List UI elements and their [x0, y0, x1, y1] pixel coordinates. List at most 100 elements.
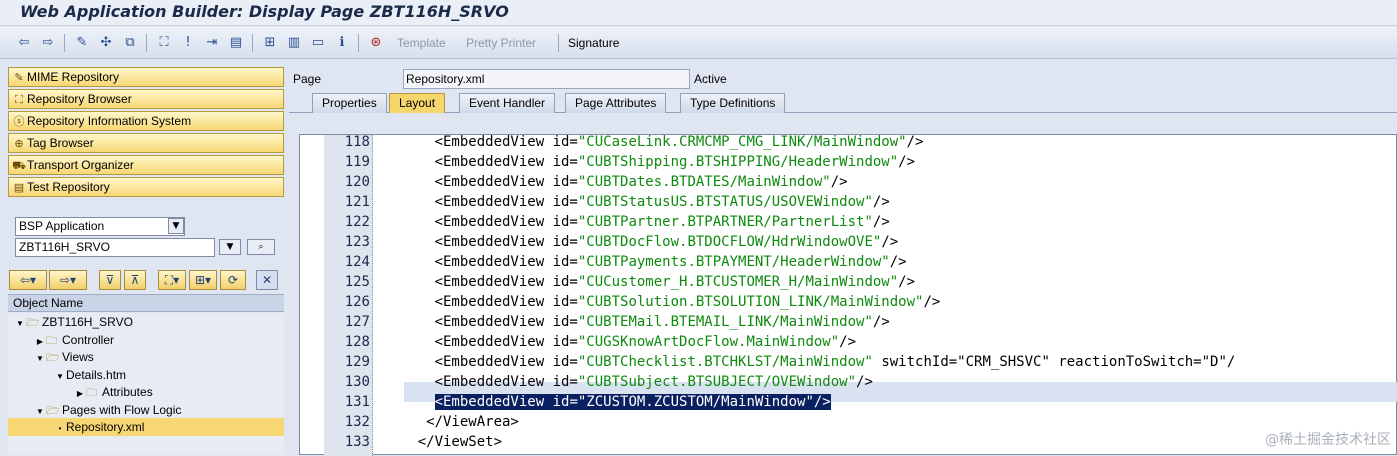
- expanded-arrow-icon[interactable]: ▼: [34, 350, 46, 368]
- code-tag-end: />: [856, 374, 873, 390]
- pretty-printer-button[interactable]: Pretty Printer: [466, 36, 536, 50]
- nav-button-test-repository[interactable]: ▤ Test Repository: [8, 177, 284, 197]
- activate-icon[interactable]: ✣: [98, 35, 114, 51]
- code-line: 120 <EmbeddedView id="CUBTDates.BTDATES/…: [300, 172, 1397, 192]
- page-name-value: Repository.xml: [406, 72, 485, 86]
- code-line: 121 <EmbeddedView id="CUBTStatusUS.BTSTA…: [300, 192, 1397, 212]
- expanded-arrow-icon[interactable]: ▼: [54, 368, 66, 386]
- code-line: 130 <EmbeddedView id="CUBTSubject.BTSUBJ…: [300, 372, 1397, 392]
- code-tag: </ViewSet>: [384, 434, 503, 450]
- display-glasses-icon[interactable]: ⌕: [247, 239, 275, 255]
- object-name-input[interactable]: ZBT116H_SRVO: [15, 238, 215, 257]
- application-toolbar: Template Pretty Printer Signature ⇦ ⇨ ✎ ✣ ⧉ ⛶…: [0, 27, 1397, 59]
- nav-button-label: MIME Repository: [27, 70, 120, 84]
- template-button[interactable]: Template: [397, 36, 446, 50]
- nav-button-repository-information-system[interactable]: ⓢ Repository Information System: [8, 111, 284, 131]
- back-nav-button[interactable]: ⇦▾: [9, 270, 47, 290]
- code-line: 122 <EmbeddedView id="CUBTPartner.BTPART…: [300, 212, 1397, 232]
- line-number: 133: [344, 434, 370, 450]
- code-tag-end: />: [898, 154, 916, 170]
- close-icon: ✕: [261, 273, 273, 287]
- line-number: 128: [344, 334, 370, 350]
- tab-layout[interactable]: Layout: [389, 93, 446, 113]
- code-tag-end: />: [889, 254, 907, 270]
- refresh-button[interactable]: ⟳: [220, 270, 246, 290]
- collapse-button[interactable]: ⊽: [99, 270, 121, 290]
- back-arrow-icon[interactable]: ⇦: [16, 35, 32, 51]
- object-list-icon[interactable]: ⊞: [262, 35, 278, 51]
- forward-nav-button[interactable]: ⇨▾: [49, 270, 87, 290]
- tree-node[interactable]: ▼ Details.htm: [54, 366, 126, 384]
- nav-button-label: Repository Browser: [27, 92, 132, 106]
- tree-node[interactable]: ▶ 🗀 Attributes: [74, 383, 153, 401]
- object-type-select[interactable]: BSP Application: [15, 217, 185, 236]
- nav-button-repository-browser[interactable]: ⛶ Repository Browser: [8, 89, 284, 109]
- line-number: 131: [344, 394, 370, 410]
- nav-button-tag-browser[interactable]: ⊕ Tag Browser: [8, 133, 284, 153]
- tab-event-handler[interactable]: Event Handler: [459, 93, 556, 113]
- test-icon[interactable]: ⊛: [368, 35, 384, 51]
- watermark: @稀土掘金技术社区: [1265, 432, 1391, 448]
- code-text: <EmbeddedView id="CUCaseLink.CRMCMP_CMG_…: [384, 132, 924, 152]
- line-number: 121: [344, 194, 370, 210]
- line-number: 130: [344, 374, 370, 390]
- display-object-list-icon[interactable]: ▤: [228, 35, 244, 51]
- tree-node[interactable]: ▶ 🗀 Controller: [34, 331, 114, 349]
- code-text: <EmbeddedView id="CUBTDocFlow.BTDOCFLOW/…: [384, 232, 899, 252]
- nav-button-mime-repository[interactable]: ✎ MIME Repository: [8, 67, 284, 87]
- open-folder-icon: 🗁: [46, 404, 60, 417]
- code-editor[interactable]: 118 <EmbeddedView id="CUCaseLink.CRMCMP_…: [299, 132, 1397, 456]
- tab-properties[interactable]: Properties: [312, 93, 387, 113]
- display-change-icon[interactable]: ✎: [74, 35, 90, 51]
- nav-button-transport-organizer[interactable]: ⛟Transport Organizer: [8, 155, 284, 175]
- layout-icon[interactable]: ▭: [310, 35, 326, 51]
- line-number: 120: [344, 174, 370, 190]
- repository-browser-icon: ⛶: [15, 94, 23, 106]
- code-line: 126 <EmbeddedView id="CUBTSolution.BTSOL…: [300, 292, 1397, 312]
- expand-button[interactable]: ⊼: [124, 270, 146, 290]
- toolbar-separator: [64, 34, 65, 52]
- object-name-value: ZBT116H_SRVO: [19, 240, 110, 254]
- page-name-field: Repository.xml: [403, 69, 690, 89]
- object-list-button[interactable]: ⊞▾: [189, 270, 217, 290]
- test-repository-icon: ▤: [13, 182, 25, 194]
- expanded-arrow-icon[interactable]: ▼: [14, 315, 26, 333]
- tree-node[interactable]: • Repository.xml: [8, 418, 284, 436]
- hierarchy-icon: ⛶▾: [164, 273, 180, 287]
- where-used-icon[interactable]: ǃ: [180, 35, 196, 51]
- toolbar-separator: [358, 34, 359, 52]
- tree-node-label: ZBT116H_SRVO: [42, 315, 133, 329]
- code-string: "CUBTDates.BTDATES/MainWindow": [577, 174, 831, 190]
- chevron-down-icon[interactable]: ▼: [219, 239, 241, 255]
- other-object-icon[interactable]: ⧉: [122, 35, 138, 51]
- hierarchy-icon[interactable]: ⛶: [156, 35, 172, 51]
- pattern-icon[interactable]: ▥: [286, 35, 302, 51]
- code-text: <EmbeddedView id="CUGSKnowArtDocFlow.Mai…: [384, 332, 856, 352]
- nav-button-label: Test Repository: [27, 180, 110, 194]
- navigation-icon[interactable]: ⇥: [204, 35, 220, 51]
- signature-button[interactable]: Signature: [568, 36, 619, 50]
- close-button[interactable]: ✕: [256, 270, 278, 290]
- code-tag: <EmbeddedView id=: [384, 194, 578, 210]
- code-text: <EmbeddedView id="CUBTSolution.BTSOLUTIO…: [384, 292, 941, 312]
- tree-node[interactable]: ▼ 🗁 ZBT116H_SRVO: [14, 313, 133, 331]
- toolbar-separator: [558, 34, 559, 52]
- tree-node[interactable]: ▼ 🗁 Views: [34, 348, 94, 366]
- code-text: <EmbeddedView id="ZCUSTOM.ZCUSTOM/MainWi…: [384, 392, 831, 412]
- hierarchy-button[interactable]: ⛶▾: [158, 270, 186, 290]
- code-string: "CUBTPartner.BTPARTNER/PartnerList": [577, 214, 873, 230]
- code-text: <EmbeddedView id="CUBTChecklist.BTCHKLST…: [384, 352, 1236, 372]
- tree-node-label: Pages with Flow Logic: [62, 402, 182, 417]
- tree-node[interactable]: ▼ 🗁 Pages with Flow Logic: [34, 401, 181, 419]
- code-tag-end: />: [881, 234, 899, 250]
- tab-type-definitions[interactable]: Type Definitions: [680, 93, 786, 113]
- forward-arrow-icon[interactable]: ⇨: [40, 35, 56, 51]
- tab-page-attributes[interactable]: Page Attributes: [565, 93, 667, 113]
- info-icon[interactable]: ℹ: [334, 35, 350, 51]
- code-tag: <EmbeddedView id=: [384, 274, 578, 290]
- code-text: <EmbeddedView id="CUBTDates.BTDATES/Main…: [384, 172, 848, 192]
- code-text: </ViewSet>: [384, 432, 502, 452]
- code-tag-end: />: [923, 294, 941, 310]
- chevron-down-icon[interactable]: ▼: [168, 218, 184, 234]
- page-status: Active: [694, 72, 727, 86]
